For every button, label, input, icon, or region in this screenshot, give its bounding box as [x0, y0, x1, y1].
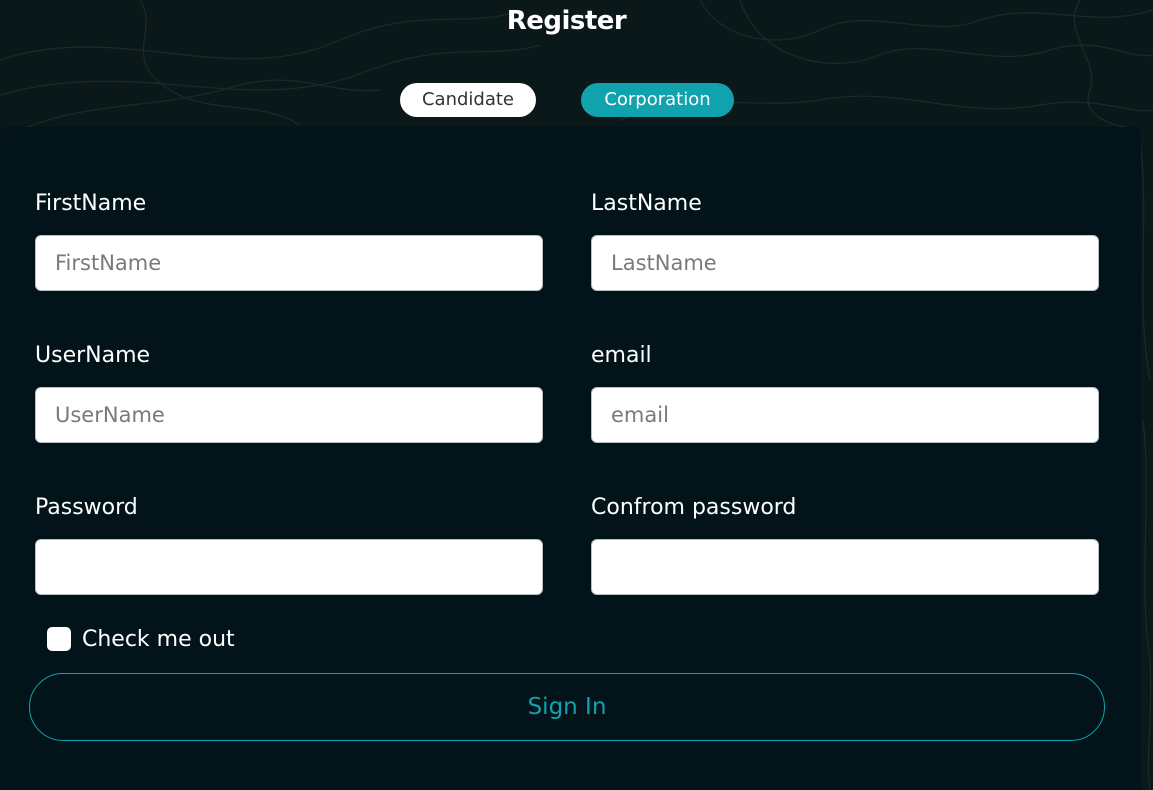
page-title: Register	[506, 6, 627, 36]
check-me-out-label: Check me out	[82, 626, 235, 652]
register-page: Register Candidate Corporation FirstName…	[0, 0, 1153, 790]
sign-in-button[interactable]: Sign In	[29, 673, 1105, 741]
email-input[interactable]	[591, 387, 1099, 443]
first-name-input[interactable]	[35, 235, 543, 291]
confirm-password-label: Confrom password	[591, 495, 797, 520]
last-name-input[interactable]	[591, 235, 1099, 291]
confirm-password-input[interactable]	[591, 539, 1099, 595]
user-name-label: UserName	[35, 343, 151, 368]
check-me-out-row: Check me out	[47, 626, 235, 652]
tab-candidate[interactable]: Candidate	[400, 83, 536, 117]
email-label: email	[591, 343, 652, 368]
first-name-label: FirstName	[35, 191, 147, 216]
password-label: Password	[35, 495, 138, 520]
password-input[interactable]	[35, 539, 543, 595]
tab-corporation[interactable]: Corporation	[581, 83, 734, 117]
last-name-label: LastName	[591, 191, 702, 216]
check-me-out-checkbox[interactable]	[47, 627, 71, 651]
user-name-input[interactable]	[35, 387, 543, 443]
